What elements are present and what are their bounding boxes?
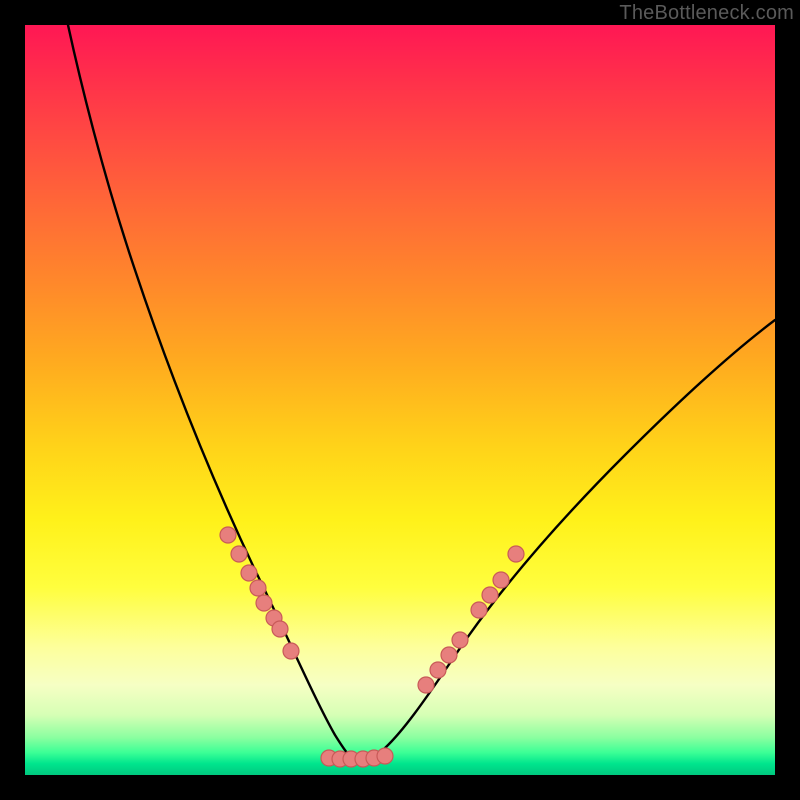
dot [250, 580, 266, 596]
dots-trough-group [321, 748, 393, 767]
dot [471, 602, 487, 618]
dot [508, 546, 524, 562]
dot [430, 662, 446, 678]
dot [272, 621, 288, 637]
dot [377, 748, 393, 764]
dot [418, 677, 434, 693]
chart-frame: TheBottleneck.com [0, 0, 800, 800]
dot [220, 527, 236, 543]
dot [283, 643, 299, 659]
dot [231, 546, 247, 562]
dot [452, 632, 468, 648]
curve-line [68, 25, 775, 759]
dot [493, 572, 509, 588]
dot [441, 647, 457, 663]
dot [241, 565, 257, 581]
chart-overlay [25, 25, 775, 775]
dot [256, 595, 272, 611]
watermark-text: TheBottleneck.com [619, 2, 794, 25]
dots-right-group [418, 546, 524, 693]
dot [482, 587, 498, 603]
chart-plot-area [25, 25, 775, 775]
